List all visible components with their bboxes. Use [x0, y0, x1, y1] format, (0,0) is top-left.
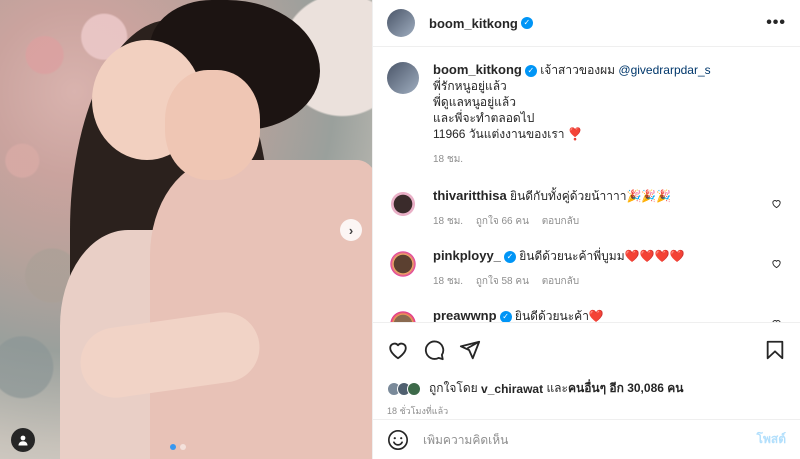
verified-badge-icon: ✓: [499, 310, 512, 322]
comment-avatar[interactable]: [387, 188, 419, 220]
carousel-dots: [170, 444, 186, 450]
like-comment-heart-icon[interactable]: [771, 198, 782, 209]
carousel-dot: [180, 444, 186, 450]
comment-text: ยินดีด้วยนะค้าพี่บูมม❤️❤️❤️❤️: [519, 249, 685, 263]
comment-row: preawwnp ✓ ยินดีด้วยนะค้า❤️: [387, 308, 784, 322]
verified-badge-icon: ✓: [524, 64, 537, 77]
liker-avatars: [387, 381, 421, 396]
tagged-users-button[interactable]: [11, 428, 35, 452]
author-avatar[interactable]: [387, 9, 415, 37]
post-comment-button[interactable]: โพสต์: [757, 430, 786, 449]
reply-button[interactable]: ตอบกลับ: [542, 276, 579, 287]
next-photo-button[interactable]: ›: [340, 219, 362, 241]
comment-avatar[interactable]: [387, 308, 419, 322]
comment-avatar[interactable]: [387, 248, 419, 280]
verified-badge-icon: ✓: [520, 17, 533, 29]
caption-time[interactable]: 18 ชม.: [433, 154, 463, 165]
likes-others[interactable]: คนอื่นๆ อีก 30,086 คน: [568, 379, 684, 398]
caption-username[interactable]: boom_kitkong: [433, 62, 522, 77]
comment-username[interactable]: thivaritthisa: [433, 188, 507, 203]
photo-figure-face2: [165, 70, 260, 180]
caption-line: พี่รักหนูอยู่แล้ว: [433, 79, 507, 93]
likes-prefix: ถูกใจโดย: [429, 381, 478, 395]
liker-username[interactable]: v_chirawat: [481, 382, 543, 396]
more-options-button[interactable]: •••: [766, 14, 786, 32]
reply-button[interactable]: ตอบกลับ: [542, 216, 579, 227]
likes-middle: และ: [546, 381, 568, 395]
caption-line: 11966 วันแต่งงานของเรา: [433, 127, 565, 141]
comment-input[interactable]: [423, 432, 757, 447]
caption-mention[interactable]: @givedrarpdar_s: [618, 63, 710, 77]
post-header: boom_kitkong ✓ •••: [373, 0, 800, 47]
photo-figure-suit: [150, 160, 372, 459]
comment-text: ยินดีด้วยนะค้า❤️: [514, 309, 604, 322]
comment-likes[interactable]: ถูกใจ 58 คน: [476, 276, 529, 287]
bookmark-icon[interactable]: [764, 339, 786, 361]
posted-time[interactable]: 18 ชั่วโมงที่แล้ว: [387, 404, 786, 418]
comment-bubble-icon[interactable]: [423, 339, 445, 361]
heart-emoji: ❣️: [567, 127, 583, 141]
comment-time[interactable]: 18 ชม.: [433, 276, 463, 287]
comments-section: boom_kitkong ✓ เจ้าสาวของผม @givedrarpdar…: [373, 48, 800, 322]
share-send-icon[interactable]: [459, 339, 481, 361]
post-actions: ถูกใจโดย v_chirawat และ คนอื่นๆ อีก 30,08…: [373, 322, 800, 434]
author-username[interactable]: boom_kitkong: [429, 16, 518, 31]
caption-line: และพี่จะทำตลอดไป: [433, 111, 535, 125]
comment-text: ยินดีกับทั้งคู่ด้วยน้าาาา🎉🎉🎉: [510, 189, 672, 203]
verified-badge-icon: ✓: [503, 250, 516, 263]
like-comment-heart-icon[interactable]: [771, 258, 782, 269]
comment-username[interactable]: pinkployy_: [433, 248, 501, 263]
emoji-icon[interactable]: [387, 429, 409, 451]
like-heart-icon[interactable]: [387, 339, 409, 361]
post-photo[interactable]: ›: [0, 0, 372, 459]
carousel-dot-active: [170, 444, 176, 450]
comment-username[interactable]: preawwnp: [433, 308, 497, 322]
comment-likes[interactable]: ถูกใจ 66 คน: [476, 216, 529, 227]
likes-summary: ถูกใจโดย v_chirawat และ คนอื่นๆ อีก 30,08…: [387, 379, 786, 398]
user-icon: [18, 435, 28, 446]
comment-row: pinkployy_ ✓ ยินดีด้วยนะค้าพี่บูมม❤️❤️❤️❤…: [387, 248, 784, 290]
caption-avatar[interactable]: [387, 62, 419, 94]
caption: boom_kitkong ✓ เจ้าสาวของผม @givedrarpdar…: [387, 62, 784, 168]
post-panel: boom_kitkong ✓ ••• boom_kitkong ✓ เจ้าสาว…: [372, 0, 800, 459]
add-comment-bar: โพสต์: [373, 419, 800, 459]
comment-time[interactable]: 18 ชม.: [433, 216, 463, 227]
caption-first-line: เจ้าสาวของผม: [540, 63, 619, 77]
comment-row: thivaritthisa ยินดีกับทั้งคู่ด้วยน้าาาา🎉…: [387, 188, 784, 230]
caption-line: พี่ดูแลหนูอยู่แล้ว: [433, 95, 516, 109]
